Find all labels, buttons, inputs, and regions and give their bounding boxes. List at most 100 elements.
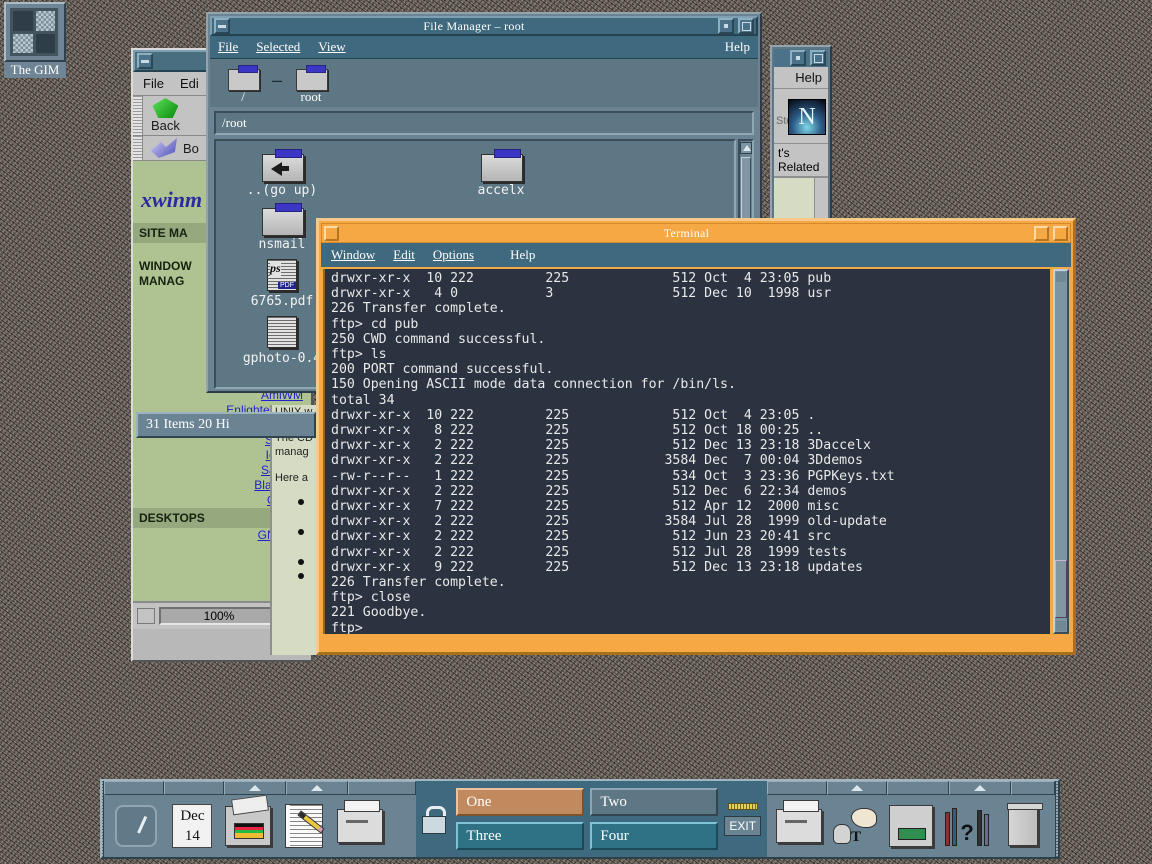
terminal-resize-grip[interactable]	[321, 636, 1071, 646]
terminal-scroll-down-arrow-icon[interactable]	[1056, 621, 1066, 631]
term-iconify-button[interactable]	[1034, 226, 1049, 241]
path-crumb-home[interactable]: root	[288, 65, 334, 105]
file-item-label: ..(go up)	[222, 183, 342, 198]
taskbar-app-font-palette[interactable]: T	[827, 799, 883, 853]
file-manager-path-bar[interactable]: / – root	[210, 59, 758, 107]
term-menu-help[interactable]: Help	[510, 247, 535, 263]
term-menu-options[interactable]: Options	[433, 247, 474, 263]
fm-maximize-button[interactable]	[738, 18, 754, 34]
path-crumb-root[interactable]: /	[220, 65, 266, 105]
secondary-restore-button[interactable]	[810, 50, 826, 66]
browser-menu-edit[interactable]: Edi	[180, 76, 199, 91]
fm-menu-file[interactable]: File	[218, 39, 238, 55]
taskbar-app-calendar[interactable]: Dec 14	[164, 799, 220, 853]
taskbar-left-tabs[interactable]	[104, 781, 416, 795]
terminal-titlebar[interactable]: Terminal	[321, 223, 1071, 243]
secondary-titlebar[interactable]	[774, 49, 828, 67]
taskbar-tab-1[interactable]	[104, 781, 164, 795]
taskbar-app-image-drawer[interactable]	[220, 799, 276, 853]
file-manager-titlebar[interactable]: File Manager – root	[210, 16, 758, 36]
scroll-up-arrow-icon[interactable]	[740, 142, 752, 154]
terminal-menubar[interactable]: Window Edit Options Help	[321, 243, 1071, 267]
terminal-title: Terminal	[341, 226, 1032, 241]
calendar-icon: Dec 14	[172, 804, 212, 848]
browser-bookmarks-label: Bo	[183, 141, 199, 156]
security-lock-icon[interactable]	[137, 608, 155, 624]
whats-related-button[interactable]: t's Related	[774, 144, 828, 178]
taskbar-app-print-manager[interactable]	[332, 799, 388, 853]
exit-button[interactable]: EXIT	[724, 816, 761, 836]
taskbar-app-trash[interactable]	[995, 799, 1051, 853]
terminal-scrollbar-thumb[interactable]	[1055, 560, 1067, 618]
taskbar-app-clock[interactable]	[108, 799, 164, 853]
terminal-scroll-up-arrow-icon[interactable]	[1056, 272, 1066, 282]
taskbar-rtab-3[interactable]	[887, 781, 949, 795]
secondary-menu-help[interactable]: Help	[774, 67, 828, 88]
file-manager-menubar[interactable]: File Selected View Help	[210, 36, 758, 59]
path-crumb-home-label: root	[288, 89, 334, 105]
file-item-go-up[interactable]: ..(go up)	[222, 149, 342, 198]
pager-cell-two[interactable]: Two	[590, 788, 718, 816]
taskbar-rtab-1[interactable]	[767, 781, 827, 795]
fm-menu-view[interactable]: View	[318, 39, 345, 55]
chevron-up-icon	[311, 785, 323, 791]
image-drawer-icon	[225, 806, 271, 846]
taskbar-tab-2[interactable]	[164, 781, 224, 795]
secondary-browser-window[interactable]: Help Sto N t's Related	[770, 45, 832, 235]
taskbar-app-printer[interactable]	[771, 799, 827, 853]
terminal-window[interactable]: Terminal Window Edit Options Help drwxr-…	[316, 218, 1076, 655]
taskbar-left-icons: Dec 14	[104, 795, 416, 857]
terminal-content-area[interactable]: drwxr-xr-x 10 222 225 512 Oct 4 23:05 pu…	[321, 267, 1071, 636]
taskbar-rtab-5[interactable]	[1011, 781, 1055, 795]
fm-menu-help[interactable]: Help	[725, 39, 750, 55]
gimp-tile-2	[36, 11, 56, 31]
toolbar-grip-2[interactable]	[133, 136, 143, 160]
taskbar-tab-3[interactable]	[224, 781, 286, 795]
pager-cell-three[interactable]: Three	[456, 822, 584, 850]
taskbar-right-tabs[interactable]	[767, 781, 1055, 795]
browser-back-button[interactable]: Back	[143, 96, 188, 135]
term-menu-edit[interactable]: Edit	[393, 247, 415, 263]
taskbar-app-help[interactable]: ?	[939, 799, 995, 853]
chevron-up-icon	[851, 785, 863, 791]
pager-cell-one[interactable]: One	[456, 788, 584, 816]
taskbar-rtab-2[interactable]	[827, 781, 887, 795]
gem-icon	[152, 98, 178, 118]
terminal-scrollbar[interactable]	[1053, 269, 1069, 634]
taskbar-lock-area[interactable]	[416, 781, 450, 857]
secondary-toolbar[interactable]: Sto N	[774, 88, 828, 144]
exit-control[interactable]: EXIT	[724, 803, 761, 836]
term-maximize-button[interactable]	[1053, 226, 1068, 241]
fm-iconify-button[interactable]	[718, 18, 734, 34]
gimp-tile-3	[13, 34, 33, 54]
taskbar-app-text-editor[interactable]	[276, 799, 332, 853]
taskbar-tab-5[interactable]	[348, 781, 416, 795]
gimp-icon-box[interactable]	[4, 2, 66, 62]
toolbar-grip-1[interactable]	[133, 96, 143, 135]
terminal-output[interactable]: drwxr-xr-x 10 222 225 512 Oct 4 23:05 pu…	[323, 269, 1050, 634]
file-manager-location-field[interactable]: /root	[214, 111, 754, 135]
fm-menu-selected[interactable]: Selected	[256, 39, 300, 55]
gimp-desktop-icon[interactable]: The GIM	[4, 2, 66, 78]
gimp-glyph	[10, 8, 58, 56]
browser-menu-file[interactable]: File	[143, 76, 164, 91]
taskbar-app-toolbox[interactable]	[883, 799, 939, 853]
text-editor-icon	[285, 804, 323, 848]
secondary-maximize-button[interactable]	[790, 50, 806, 66]
browser-bookmarks-button[interactable]: Bo	[143, 136, 207, 160]
netscape-logo-icon[interactable]: N	[788, 99, 826, 135]
workspace-pager[interactable]: One Three Two Four EXIT	[450, 781, 767, 857]
file-item-accelx[interactable]: accelx	[441, 149, 561, 198]
pager-cell-four[interactable]: Four	[590, 822, 718, 850]
taskbar-right-handle[interactable]	[1055, 781, 1058, 857]
pdf-document-icon: psPDF	[267, 259, 297, 291]
taskbar-rtab-4[interactable]	[949, 781, 1011, 795]
term-menu-window[interactable]: Window	[331, 247, 375, 263]
term-minimize-button[interactable]	[324, 226, 339, 241]
fm-minimize-button[interactable]	[214, 18, 230, 34]
file-manager-statusbar: 31 Items 20 Hi	[136, 412, 316, 438]
browser-minimize-button[interactable]	[137, 53, 153, 69]
lock-icon[interactable]	[422, 806, 444, 832]
taskbar[interactable]: Dec 14 One Three Two Four EXIT	[100, 779, 1060, 859]
taskbar-tab-4[interactable]	[286, 781, 348, 795]
